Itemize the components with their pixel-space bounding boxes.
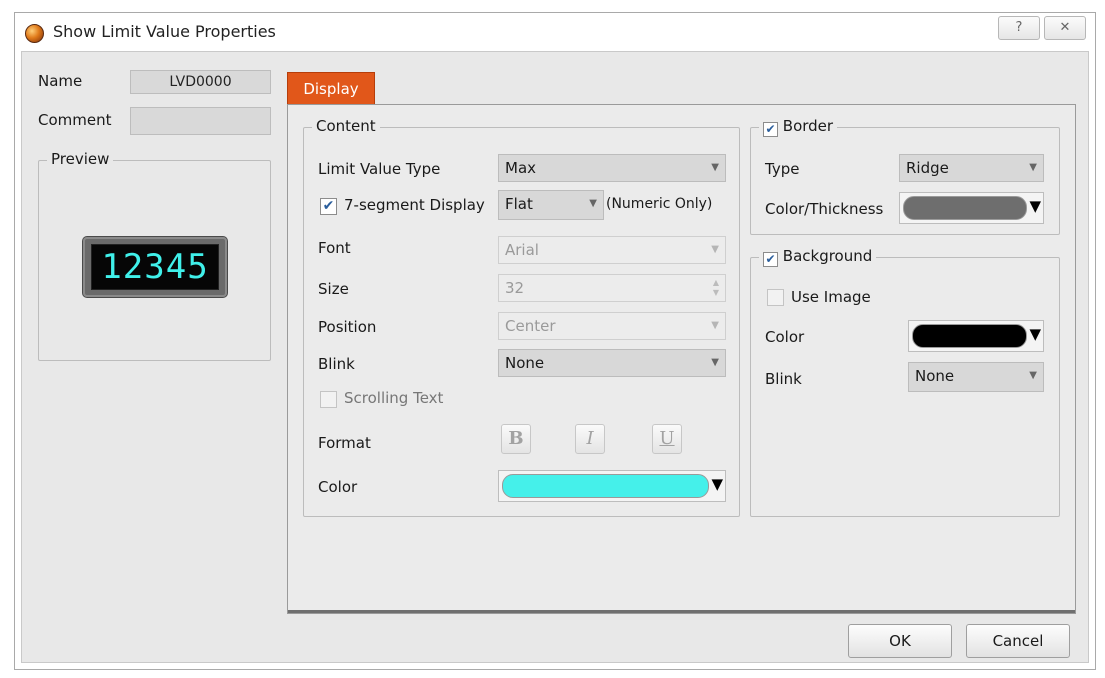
size-value: 32 — [505, 279, 525, 297]
seven-seg-style-select[interactable]: Flat ▼ — [498, 190, 604, 220]
position-value: Center — [505, 317, 556, 335]
limit-type-value: Max — [505, 159, 537, 177]
background-group: ✔ Background ✔ Use Image Color ▼ Blink N… — [750, 247, 1060, 517]
chevron-down-icon: ▼ — [589, 198, 597, 209]
chevron-down-icon: ▼ — [1029, 370, 1037, 381]
border-type-select[interactable]: Ridge ▼ — [899, 154, 1044, 182]
position-select[interactable]: Center ▼ — [498, 312, 726, 340]
comment-label: Comment — [38, 111, 112, 129]
background-checkbox[interactable]: ✔ — [763, 252, 778, 267]
format-label: Format — [318, 434, 371, 452]
help-button[interactable]: ? — [998, 16, 1040, 40]
dropdown-arrow-icon: ▼ — [1029, 197, 1041, 215]
app-icon — [25, 24, 44, 43]
chevron-down-icon: ▼ — [711, 357, 719, 368]
seven-seg-style-value: Flat — [505, 195, 533, 213]
dropdown-arrow-icon: ▼ — [1029, 325, 1041, 343]
use-image-checkbox[interactable]: ✔ — [767, 289, 784, 306]
numeric-only-note: (Numeric Only) — [606, 196, 713, 212]
name-field[interactable]: LVD0000 — [130, 70, 271, 94]
scrolling-text-checkbox[interactable]: ✔ — [320, 391, 337, 408]
background-blink-value: None — [915, 367, 955, 385]
content-legend: Content — [312, 117, 380, 135]
background-color-swatch — [912, 324, 1027, 348]
size-spinner[interactable]: 32 ▲ ▼ — [498, 274, 726, 302]
close-button[interactable]: ✕ — [1044, 16, 1086, 40]
text-color-swatch — [502, 474, 709, 498]
chevron-down-icon: ▼ — [711, 244, 719, 255]
ok-button[interactable]: OK — [848, 624, 952, 658]
comment-field[interactable] — [130, 107, 271, 135]
background-color-label: Color — [765, 328, 805, 346]
preview-display: 12345 — [83, 237, 227, 297]
cancel-button[interactable]: Cancel — [966, 624, 1070, 658]
border-checkbox[interactable]: ✔ — [763, 122, 778, 137]
size-label: Size — [318, 280, 349, 298]
tab-display[interactable]: Display — [287, 72, 375, 104]
border-color-swatch — [903, 196, 1027, 220]
color-label: Color — [318, 478, 358, 496]
chevron-down-icon: ▼ — [711, 320, 719, 331]
border-color-label: Color/Thickness — [765, 200, 884, 218]
title-bar: Show Limit Value Properties ? ✕ — [15, 13, 1095, 51]
dialog-window: Show Limit Value Properties ? ✕ Name LVD… — [14, 12, 1096, 670]
blink-select[interactable]: None ▼ — [498, 349, 726, 377]
text-color-picker[interactable]: ▼ — [498, 470, 726, 502]
dialog-body: Name LVD0000 Comment Preview 12345 Displ… — [21, 51, 1089, 663]
content-group: Content Limit Value Type Max ▼ ✔ 7-segme… — [303, 117, 740, 517]
chevron-down-icon: ▼ — [711, 162, 719, 173]
background-legend-label: Background — [782, 247, 873, 265]
preview-digits: 12345 — [91, 244, 219, 290]
window-title: Show Limit Value Properties — [53, 22, 276, 41]
background-color-picker[interactable]: ▼ — [908, 320, 1044, 352]
font-label: Font — [318, 239, 351, 257]
position-label: Position — [318, 318, 377, 336]
dropdown-arrow-icon: ▼ — [711, 475, 723, 493]
background-blink-label: Blink — [765, 370, 802, 388]
background-blink-select[interactable]: None ▼ — [908, 362, 1044, 392]
border-group: ✔ Border Type Ridge ▼ Color/Thickness ▼ — [750, 117, 1060, 235]
underline-button[interactable]: U — [652, 424, 682, 454]
preview-group: Preview 12345 — [38, 150, 271, 361]
bold-button[interactable]: B — [501, 424, 531, 454]
limit-type-label: Limit Value Type — [318, 160, 441, 178]
name-label: Name — [38, 72, 83, 90]
blink-label: Blink — [318, 355, 355, 373]
scrolling-text-label: Scrolling Text — [344, 389, 444, 407]
font-value: Arial — [505, 241, 539, 259]
spin-arrows-icon: ▲ ▼ — [712, 278, 719, 297]
seven-seg-checkbox[interactable]: ✔ — [320, 198, 337, 215]
display-tab-panel: Content Limit Value Type Max ▼ ✔ 7-segme… — [287, 104, 1076, 614]
border-legend: ✔ Border — [759, 117, 838, 137]
limit-type-select[interactable]: Max ▼ — [498, 154, 726, 182]
preview-legend: Preview — [47, 150, 114, 168]
chevron-down-icon: ▼ — [1029, 162, 1037, 173]
blink-value: None — [505, 354, 545, 372]
border-legend-label: Border — [782, 117, 834, 135]
border-type-label: Type — [765, 160, 800, 178]
border-color-picker[interactable]: ▼ — [899, 192, 1044, 224]
background-legend: ✔ Background — [759, 247, 877, 267]
font-select[interactable]: Arial ▼ — [498, 236, 726, 264]
italic-button[interactable]: I — [575, 424, 605, 454]
use-image-label: Use Image — [791, 288, 871, 306]
border-type-value: Ridge — [906, 159, 949, 177]
seven-seg-label: 7-segment Display — [344, 196, 485, 214]
